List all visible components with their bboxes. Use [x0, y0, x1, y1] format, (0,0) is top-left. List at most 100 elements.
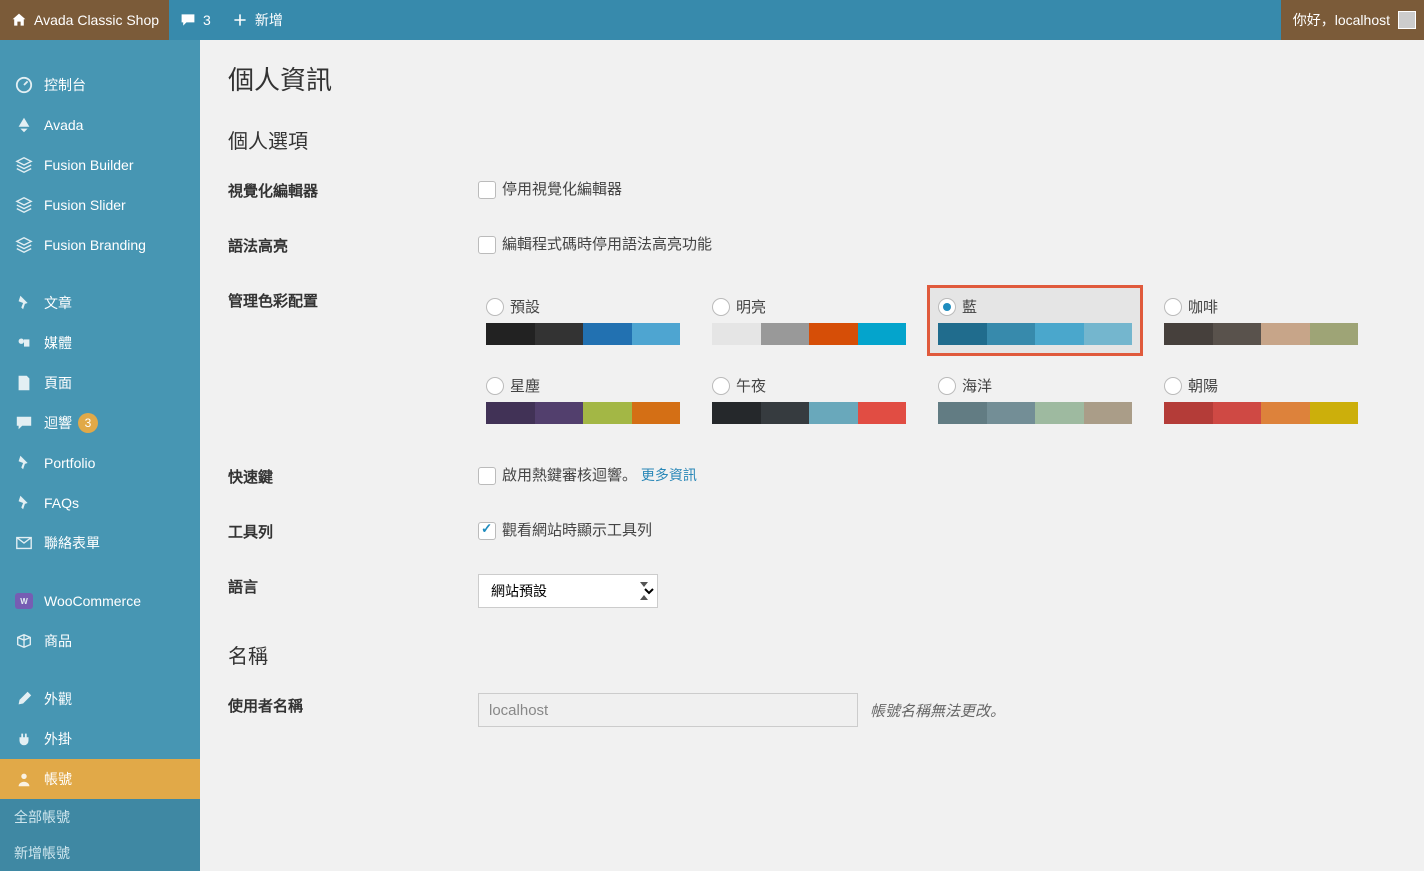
pin-icon	[14, 493, 34, 513]
comment-icon	[14, 413, 34, 433]
label-hotkeys: 快速鍵	[228, 464, 478, 487]
comment-icon	[179, 11, 197, 29]
scheme-swatches	[1164, 402, 1358, 424]
color-scheme-option[interactable]: 海洋	[930, 367, 1140, 432]
admin-bar: Avada Classic Shop 3 新增 你好，localhost	[0, 0, 1424, 40]
admin-sidebar: 控制台 Avada Fusion Builder Fusion Slider F…	[0, 40, 200, 871]
plus-icon	[231, 11, 249, 29]
color-scheme-option[interactable]: 朝陽	[1156, 367, 1366, 432]
media-icon	[14, 333, 34, 353]
avatar	[1398, 11, 1416, 29]
color-scheme-option[interactable]: 藍	[930, 288, 1140, 353]
comments-link[interactable]: 3	[169, 0, 221, 40]
scheme-label: 藍	[962, 296, 977, 317]
sidebar-item-appearance[interactable]: 外觀	[0, 679, 200, 719]
select-language[interactable]: 網站預設	[478, 574, 658, 608]
link-more-info[interactable]: 更多資訊	[641, 467, 697, 483]
sidebar-item-comments[interactable]: 迴響3	[0, 403, 200, 443]
add-new-link[interactable]: 新增	[221, 0, 293, 40]
cb-label: 觀看網站時顯示工具列	[502, 522, 652, 539]
label-toolbar: 工具列	[228, 519, 478, 542]
sidebar-item-posts[interactable]: 文章	[0, 283, 200, 323]
sidebar-item-portfolio[interactable]: Portfolio	[0, 443, 200, 483]
color-scheme-option[interactable]: 明亮	[704, 288, 914, 353]
radio-scheme[interactable]	[486, 298, 504, 316]
label-language: 語言	[228, 574, 478, 608]
mail-icon	[14, 533, 34, 553]
submenu-add-user[interactable]: 新增帳號	[0, 835, 200, 871]
sidebar-item-fusion-builder[interactable]: Fusion Builder	[0, 145, 200, 185]
box-icon	[14, 631, 34, 651]
page-title: 個人資訊	[228, 60, 1396, 97]
site-link[interactable]: Avada Classic Shop	[0, 0, 169, 40]
woo-icon: W	[14, 591, 34, 611]
label-visual-editor: 視覺化編輯器	[228, 178, 478, 201]
radio-scheme[interactable]	[486, 377, 504, 395]
sidebar-item-fusion-branding[interactable]: Fusion Branding	[0, 225, 200, 265]
scheme-label: 朝陽	[1188, 375, 1218, 396]
scheme-swatches	[712, 402, 906, 424]
radio-scheme[interactable]	[1164, 377, 1182, 395]
scheme-label: 午夜	[736, 375, 766, 396]
section-personal-options: 個人選項	[228, 125, 1396, 154]
label-syntax: 語法高亮	[228, 233, 478, 256]
radio-scheme[interactable]	[712, 298, 730, 316]
color-scheme-option[interactable]: 午夜	[704, 367, 914, 432]
site-name: Avada Classic Shop	[34, 12, 159, 28]
cb-label: 編輯程式碼時停用語法高亮功能	[502, 236, 712, 253]
scheme-swatches	[938, 402, 1132, 424]
radio-scheme[interactable]	[1164, 298, 1182, 316]
sidebar-item-faqs[interactable]: FAQs	[0, 483, 200, 523]
scheme-swatches	[486, 402, 680, 424]
color-scheme-option[interactable]: 咖啡	[1156, 288, 1366, 353]
checkbox-hotkeys[interactable]	[478, 467, 496, 485]
page-icon	[14, 373, 34, 393]
sidebar-item-pages[interactable]: 頁面	[0, 363, 200, 403]
add-new-label: 新增	[255, 10, 283, 30]
sidebar-item-woocommerce[interactable]: WWooCommerce	[0, 581, 200, 621]
sidebar-item-contact[interactable]: 聯絡表單	[0, 523, 200, 563]
home-icon	[10, 11, 28, 29]
checkbox-disable-visual-editor[interactable]	[478, 181, 496, 199]
input-username	[478, 693, 858, 727]
greeting-text: 你好，localhost	[1293, 10, 1390, 30]
cb-label: 停用視覺化編輯器	[502, 181, 622, 198]
scheme-swatches	[938, 323, 1132, 345]
radio-scheme[interactable]	[938, 377, 956, 395]
section-name: 名稱	[228, 640, 1396, 669]
color-scheme-option[interactable]: 預設	[478, 288, 688, 353]
user-icon	[14, 769, 34, 789]
gauge-icon	[14, 75, 34, 95]
sidebar-item-fusion-slider[interactable]: Fusion Slider	[0, 185, 200, 225]
sidebar-item-dashboard[interactable]: 控制台	[0, 65, 200, 105]
account-link[interactable]: 你好，localhost	[1281, 0, 1424, 40]
scheme-label: 星塵	[510, 375, 540, 396]
username-note: 帳號名稱無法更改。	[870, 700, 1005, 721]
sidebar-item-media[interactable]: 媒體	[0, 323, 200, 363]
scheme-label: 預設	[510, 296, 540, 317]
avada-icon	[14, 115, 34, 135]
submenu-all-users[interactable]: 全部帳號	[0, 799, 200, 835]
label-color-scheme: 管理色彩配置	[228, 288, 478, 432]
radio-scheme[interactable]	[938, 298, 956, 316]
scheme-label: 海洋	[962, 375, 992, 396]
pin-icon	[14, 453, 34, 473]
label-username: 使用者名稱	[228, 693, 478, 727]
plug-icon	[14, 729, 34, 749]
checkbox-disable-syntax[interactable]	[478, 236, 496, 254]
sidebar-item-products[interactable]: 商品	[0, 621, 200, 661]
comments-count: 3	[203, 12, 211, 28]
cb-label: 啟用熱鍵審核迴響。	[502, 467, 637, 484]
color-scheme-option[interactable]: 星塵	[478, 367, 688, 432]
pin-icon	[14, 293, 34, 313]
fusion-icon	[14, 235, 34, 255]
radio-scheme[interactable]	[712, 377, 730, 395]
comments-badge: 3	[78, 413, 98, 433]
sidebar-item-users[interactable]: 帳號	[0, 759, 200, 799]
sidebar-item-avada[interactable]: Avada	[0, 105, 200, 145]
color-schemes: 預設 明亮 藍 咖啡星塵 午夜 海洋 朝陽	[478, 288, 1396, 432]
scheme-label: 咖啡	[1188, 296, 1218, 317]
sidebar-item-plugins[interactable]: 外掛	[0, 719, 200, 759]
scheme-swatches	[712, 323, 906, 345]
checkbox-show-toolbar[interactable]	[478, 522, 496, 540]
